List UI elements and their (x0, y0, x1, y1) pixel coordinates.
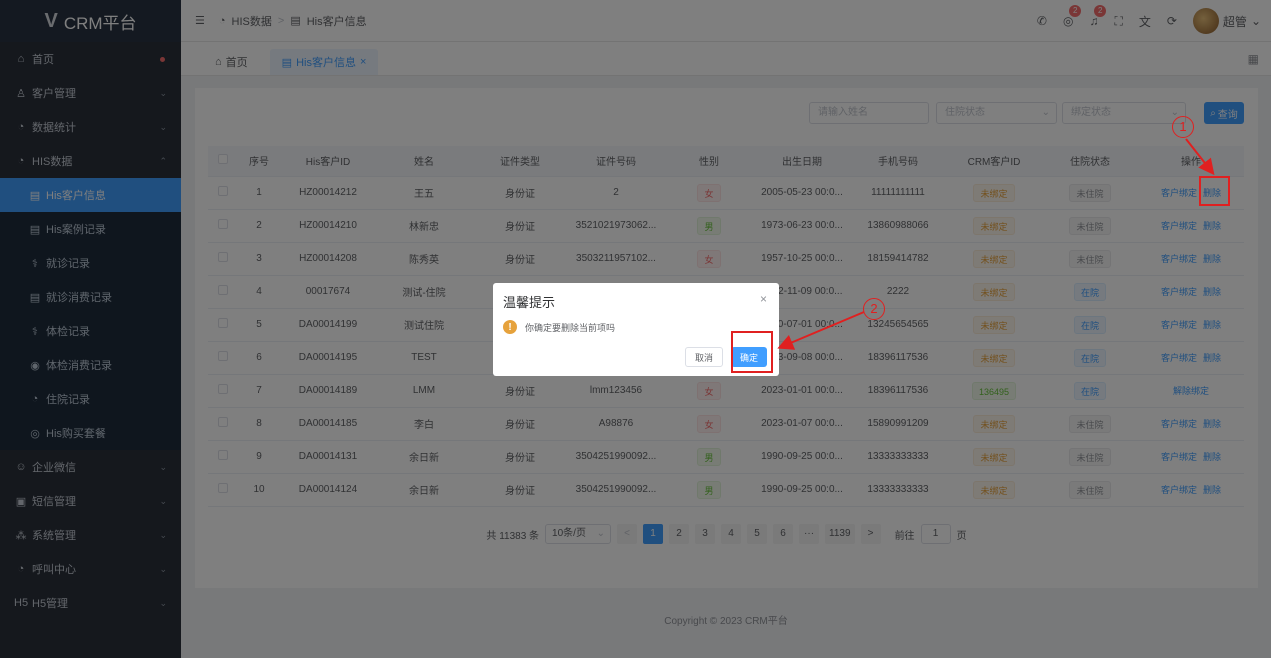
annotation-box-confirm (731, 331, 773, 373)
dialog-message: 你确定要删除当前项吗 (525, 322, 616, 333)
annotation-number-1: 1 (1172, 116, 1194, 138)
annotation-box-delete (1199, 176, 1230, 206)
close-icon[interactable]: × (760, 292, 767, 306)
warning-icon: ! (503, 320, 517, 334)
cancel-button[interactable]: 取消 (684, 347, 723, 367)
dialog-title: 温馨提示 (503, 295, 556, 310)
annotation-number-2: 2 (863, 298, 885, 320)
dialog-body: ! 你确定要删除当前项吗 (503, 320, 615, 334)
